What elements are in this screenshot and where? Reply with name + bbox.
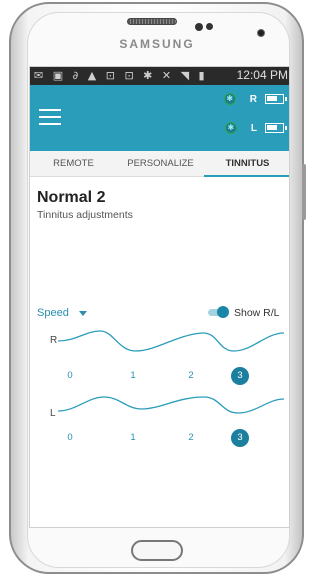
step-option[interactable]: 1 (124, 367, 142, 385)
step-selector-right: 0 1 2 3 (30, 367, 289, 387)
menu-icon[interactable] (39, 109, 61, 126)
left-hearing-aid-status[interactable]: ✱ L (224, 121, 287, 135)
step-option[interactable]: 2 (182, 429, 200, 447)
tinnitus-wave-right (58, 330, 284, 352)
tinnitus-wave-left (58, 396, 284, 414)
bluetooth-icon: ✱ (223, 93, 236, 105)
right-ear-label: R (249, 93, 257, 105)
program-subtitle: Tinnitus adjustments (37, 209, 133, 221)
program-title: Normal 2 (37, 189, 106, 206)
left-ear-label: L (250, 122, 257, 134)
sensor-icon (195, 23, 203, 31)
chevron-down-icon (78, 310, 87, 316)
speed-label: Speed (37, 307, 69, 319)
battery-fill-right (267, 96, 277, 101)
battery-icon (265, 123, 287, 133)
show-rl-label: Show R/L (234, 307, 280, 319)
status-bar: ✉ ▣ ∂ ▲ ⊡ ⊡ ✱ ✕ ◥ ▮ 12:04 PM (30, 67, 289, 85)
device-brand: SAMSUNG (119, 37, 195, 51)
tab-tinnitus[interactable]: TINNITUS (204, 151, 289, 177)
toggle-knob (217, 306, 229, 318)
tab-remote[interactable]: REMOTE (30, 151, 117, 176)
tab-personalize[interactable]: PERSONALIZE (117, 151, 204, 176)
speaker-grille (127, 18, 177, 25)
step-option-selected[interactable]: 3 (231, 429, 249, 447)
home-button[interactable] (131, 540, 183, 561)
tab-bar: REMOTE PERSONALIZE TINNITUS (30, 151, 289, 177)
sensor-icon (206, 23, 213, 30)
show-rl-toggle[interactable] (208, 306, 230, 318)
status-icons: ✉ ▣ ∂ ▲ ⊡ ⊡ ✱ ✕ ◥ ▮ (34, 69, 208, 82)
app-screen: ✉ ▣ ∂ ▲ ⊡ ⊡ ✱ ✕ ◥ ▮ 12:04 PM ✱ R ✱ L REM… (29, 66, 290, 528)
step-option[interactable]: 1 (124, 429, 142, 447)
step-option-selected[interactable]: 3 (231, 367, 249, 385)
side-button (302, 164, 306, 220)
status-time: 12:04 PM (236, 68, 288, 82)
step-selector-left: 0 1 2 3 (30, 429, 289, 449)
channel-label-left: L (50, 408, 56, 419)
step-option[interactable]: 0 (61, 367, 79, 385)
step-option[interactable]: 0 (61, 429, 79, 447)
front-camera-icon (257, 29, 265, 37)
channel-label-right: R (50, 335, 58, 346)
battery-fill-left (267, 125, 277, 130)
step-option[interactable]: 2 (182, 367, 200, 385)
speed-dropdown[interactable]: Speed (37, 307, 87, 319)
app-bar: ✱ R ✱ L (30, 85, 289, 151)
battery-icon (265, 94, 287, 104)
bluetooth-icon: ✱ (224, 122, 237, 134)
right-hearing-aid-status[interactable]: ✱ R (223, 92, 287, 106)
